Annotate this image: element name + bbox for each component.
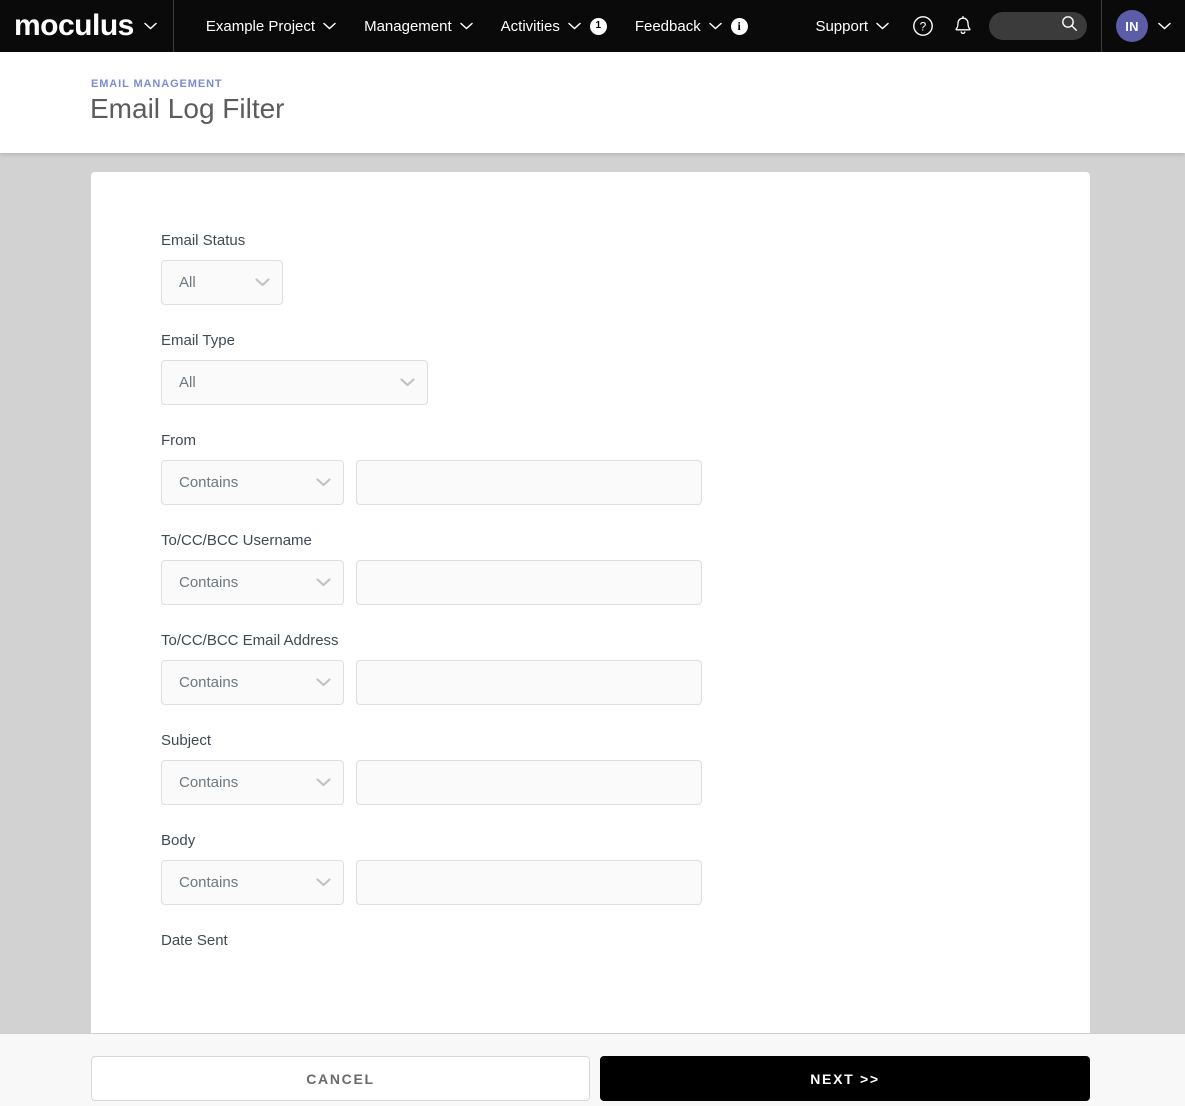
field-date-sent: Date Sent bbox=[161, 932, 1090, 949]
field-label: Email Type bbox=[161, 332, 235, 349]
select-value: All bbox=[179, 274, 196, 291]
nav-item-label: Support bbox=[815, 17, 868, 35]
to-cc-bcc-email-text-input[interactable] bbox=[356, 660, 702, 705]
field-body: Body Contains bbox=[161, 832, 1090, 905]
cancel-button[interactable]: CANCEL bbox=[91, 1056, 590, 1101]
field-label: From bbox=[161, 432, 196, 449]
select-value: All bbox=[179, 374, 196, 391]
to-cc-bcc-username-operator-select[interactable]: Contains bbox=[161, 560, 344, 605]
page-header: EMAIL MANAGEMENT Email Log Filter bbox=[0, 52, 1185, 153]
search-icon bbox=[1061, 15, 1078, 37]
brand-logo-text: moculus bbox=[14, 9, 134, 42]
chevron-down-icon bbox=[400, 378, 415, 387]
chevron-down-icon bbox=[323, 22, 336, 30]
subject-text-input[interactable] bbox=[356, 760, 702, 805]
field-label: Email Status bbox=[161, 232, 246, 249]
brand-logo-button[interactable]: moculus bbox=[0, 0, 173, 52]
breadcrumb[interactable]: EMAIL MANAGEMENT bbox=[91, 78, 223, 90]
field-email-type: Email Type All bbox=[161, 332, 1090, 405]
nav-item-activities[interactable]: Activities 1 bbox=[487, 0, 621, 52]
footer-action-bar: CANCEL NEXT >> bbox=[0, 1033, 1185, 1106]
nav-items-group: Example Project Management Activities 1 … bbox=[174, 0, 762, 52]
field-label: To/CC/BCC Username bbox=[161, 532, 312, 549]
chevron-down-icon bbox=[1158, 22, 1171, 30]
chevron-down-icon bbox=[316, 578, 331, 587]
filter-card: Email Status All Email Type All From Con… bbox=[91, 172, 1090, 1033]
nav-item-example-project[interactable]: Example Project bbox=[192, 0, 350, 52]
top-navigation-bar: moculus Example Project Management Activ… bbox=[0, 0, 1185, 52]
field-to-cc-bcc-email-address: To/CC/BCC Email Address Contains bbox=[161, 632, 1090, 705]
from-operator-select[interactable]: Contains bbox=[161, 460, 344, 505]
nav-right-group: Support ? IN bbox=[801, 0, 1185, 52]
chevron-down-icon bbox=[316, 778, 331, 787]
body-operator-select[interactable]: Contains bbox=[161, 860, 344, 905]
email-log-filter-form: Email Status All Email Type All From Con… bbox=[91, 172, 1090, 949]
email-type-select[interactable]: All bbox=[161, 360, 428, 405]
chevron-down-icon bbox=[459, 22, 473, 30]
field-label: Subject bbox=[161, 732, 212, 749]
nav-item-label: Feedback bbox=[634, 17, 701, 35]
nav-item-feedback[interactable]: Feedback i bbox=[621, 0, 762, 52]
field-label: Body bbox=[161, 832, 196, 849]
search-input[interactable] bbox=[989, 12, 1087, 40]
nav-item-label: Example Project bbox=[205, 17, 316, 35]
chevron-down-icon bbox=[144, 22, 157, 30]
svg-text:?: ? bbox=[920, 20, 927, 34]
nav-item-label: Management bbox=[364, 17, 452, 35]
subject-operator-select[interactable]: Contains bbox=[161, 760, 344, 805]
nav-item-support[interactable]: Support bbox=[801, 0, 903, 52]
field-email-status: Email Status All bbox=[161, 232, 1090, 305]
field-to-cc-bcc-username: To/CC/BCC Username Contains bbox=[161, 532, 1090, 605]
avatar: IN bbox=[1116, 10, 1148, 42]
email-status-select[interactable]: All bbox=[161, 260, 283, 305]
select-value: Contains bbox=[179, 774, 239, 791]
page-title: Email Log Filter bbox=[90, 93, 285, 124]
field-subject: Subject Contains bbox=[161, 732, 1090, 805]
help-circle-icon[interactable]: ? bbox=[903, 0, 943, 52]
chevron-down-icon bbox=[568, 22, 581, 30]
bell-icon[interactable] bbox=[943, 0, 983, 52]
page-body: Email Status All Email Type All From Con… bbox=[0, 153, 1185, 1033]
chevron-down-icon bbox=[255, 278, 270, 287]
field-label: Date Sent bbox=[161, 932, 228, 949]
to-cc-bcc-username-text-input[interactable] bbox=[356, 560, 702, 605]
next-button[interactable]: NEXT >> bbox=[600, 1056, 1090, 1101]
nav-item-label: Activities bbox=[500, 17, 560, 35]
chevron-down-icon bbox=[708, 22, 722, 30]
chevron-down-icon bbox=[316, 678, 331, 687]
field-label: To/CC/BCC Email Address bbox=[161, 632, 339, 649]
activities-count-badge: 1 bbox=[589, 17, 607, 35]
select-value: Contains bbox=[179, 474, 239, 491]
chevron-down-icon bbox=[316, 478, 331, 487]
chevron-down-icon bbox=[876, 22, 889, 30]
info-icon[interactable]: i bbox=[730, 17, 748, 35]
select-value: Contains bbox=[179, 674, 239, 691]
chevron-down-icon bbox=[316, 878, 331, 887]
to-cc-bcc-email-operator-select[interactable]: Contains bbox=[161, 660, 344, 705]
select-value: Contains bbox=[179, 874, 239, 891]
select-value: Contains bbox=[179, 574, 239, 591]
user-menu-button[interactable]: IN bbox=[1102, 0, 1185, 52]
body-text-input[interactable] bbox=[356, 860, 702, 905]
from-text-input[interactable] bbox=[356, 460, 702, 505]
nav-item-management[interactable]: Management bbox=[350, 0, 487, 52]
field-from: From Contains bbox=[161, 432, 1090, 505]
